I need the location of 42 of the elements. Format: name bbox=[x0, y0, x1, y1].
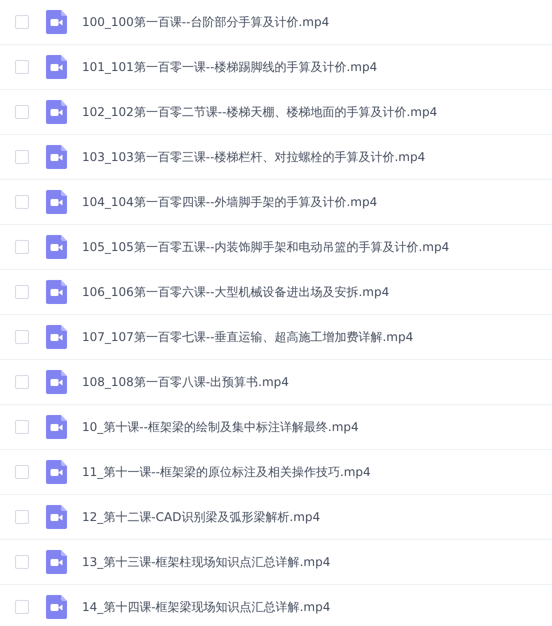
file-name[interactable]: 102_102第一百零二节课--楼梯天棚、楼梯地面的手算及计价.mp4 bbox=[82, 104, 438, 120]
file-name[interactable]: 106_106第一百零六课--大型机械设备进出场及安拆.mp4 bbox=[82, 284, 390, 300]
checkbox[interactable] bbox=[15, 60, 29, 74]
video-file-icon bbox=[46, 280, 67, 304]
video-file-icon bbox=[46, 235, 67, 259]
checkbox[interactable] bbox=[15, 330, 29, 344]
video-file-icon bbox=[46, 460, 67, 484]
file-name[interactable]: 11_第十一课--框架梁的原位标注及相关操作技巧.mp4 bbox=[82, 464, 371, 480]
checkbox[interactable] bbox=[15, 420, 29, 434]
checkbox[interactable] bbox=[15, 240, 29, 254]
file-name[interactable]: 10_第十课--框架梁的绘制及集中标注详解最终.mp4 bbox=[82, 418, 359, 436]
video-file-icon bbox=[46, 550, 67, 574]
checkbox[interactable] bbox=[15, 555, 29, 569]
file-name[interactable]: 104_104第一百零四课--外墙脚手架的手算及计价.mp4 bbox=[82, 194, 378, 210]
video-file-icon bbox=[46, 595, 67, 619]
checkbox[interactable] bbox=[15, 285, 29, 299]
checkbox[interactable] bbox=[15, 375, 29, 389]
file-name[interactable]: 107_107第一百零七课--垂直运输、超高施工增加费详解.mp4 bbox=[82, 328, 414, 346]
file-name[interactable]: 103_103第一百零三课--楼梯栏杆、对拉螺栓的手算及计价.mp4 bbox=[82, 148, 426, 166]
file-name[interactable]: 101_101第一百零一课--楼梯踢脚线的手算及计价.mp4 bbox=[82, 58, 378, 76]
video-file-icon bbox=[46, 100, 67, 124]
checkbox[interactable] bbox=[15, 15, 29, 29]
file-name[interactable]: 100_100第一百课--台阶部分手算及计价.mp4 bbox=[82, 14, 330, 30]
video-file-icon bbox=[46, 190, 67, 214]
file-name[interactable]: 105_105第一百零五课--内装饰脚手架和电动吊篮的手算及计价.mp4 bbox=[82, 238, 450, 256]
file-name[interactable]: 12_第十二课-CAD识别梁及弧形梁解析.mp4 bbox=[82, 508, 320, 526]
file-name[interactable]: 14_第十四课-框架梁现场知识点汇总详解.mp4 bbox=[82, 598, 330, 616]
video-file-icon bbox=[46, 415, 67, 439]
video-file-icon bbox=[46, 325, 67, 349]
video-file-icon bbox=[46, 370, 67, 394]
file-name[interactable]: 108_108第一百零八课-出预算书.mp4 bbox=[82, 374, 289, 390]
video-file-icon bbox=[46, 10, 67, 34]
checkbox[interactable] bbox=[15, 195, 29, 209]
checkbox[interactable] bbox=[15, 150, 29, 164]
file-name[interactable]: 13_第十三课-框架柱现场知识点汇总详解.mp4 bbox=[82, 554, 330, 570]
checkbox[interactable] bbox=[15, 510, 29, 524]
checkbox[interactable] bbox=[15, 600, 29, 614]
checkbox[interactable] bbox=[15, 105, 29, 119]
video-file-icon bbox=[46, 505, 67, 529]
video-file-icon bbox=[46, 145, 67, 169]
checkbox[interactable] bbox=[15, 465, 29, 479]
video-file-icon bbox=[46, 55, 67, 79]
